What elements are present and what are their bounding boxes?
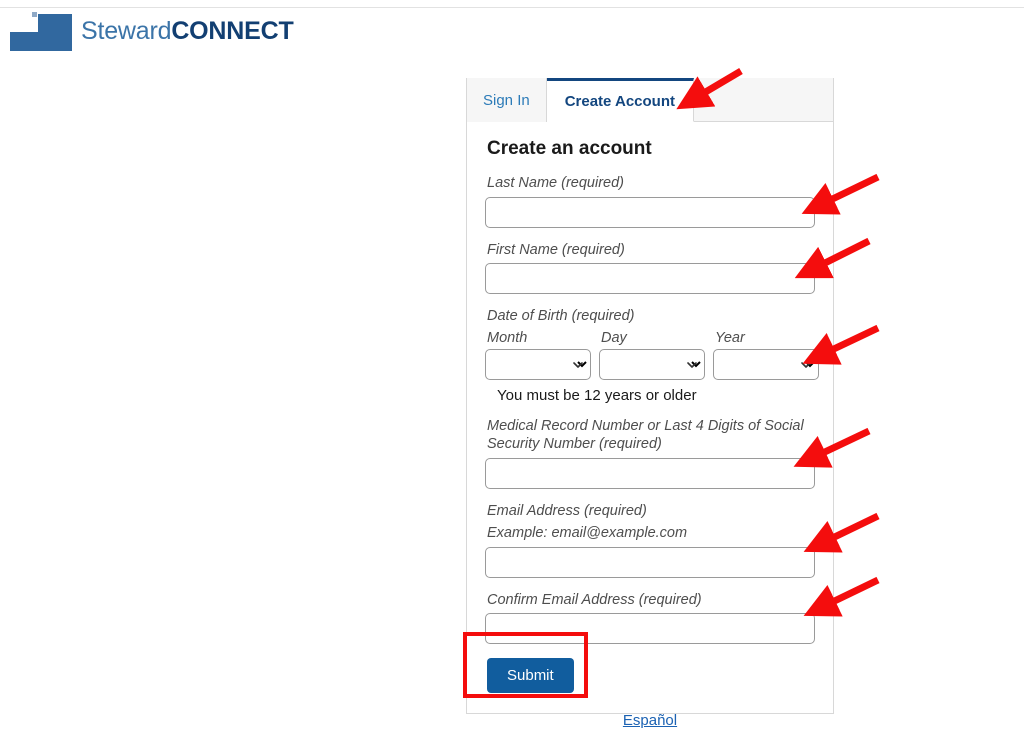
tab-create-account-label: Create Account: [564, 92, 676, 110]
email-address-input[interactable]: [485, 546, 815, 578]
create-account-form: Create an account Last Name (required) F…: [467, 122, 833, 713]
auth-card: Sign In Create Account Create an account…: [466, 78, 834, 715]
dob-day-label: Day: [601, 329, 627, 346]
auth-tabs: Sign In Create Account: [467, 78, 833, 122]
tab-sign-in[interactable]: Sign In: [467, 78, 547, 122]
date-of-birth-label: Date of Birth (required): [487, 308, 635, 325]
dob-year-select[interactable]: [713, 348, 819, 380]
field-first-name: First Name (required): [485, 241, 815, 295]
brand-wordmark: StewardCONNECT: [81, 16, 294, 45]
submit-button[interactable]: Submit: [487, 658, 574, 694]
email-address-example: Example: email@example.com: [487, 525, 688, 542]
tab-strip-filler: [694, 78, 833, 121]
dob-year-group: Year: [713, 330, 819, 380]
first-name-label: First Name (required): [487, 241, 625, 258]
tab-create-account[interactable]: Create Account: [546, 78, 695, 122]
brand-name-light: Steward: [81, 16, 172, 45]
dob-age-requirement-text: You must be 12 years or older: [497, 386, 697, 404]
dob-day-group: Day: [599, 330, 705, 380]
tab-sign-in-label: Sign In: [483, 91, 530, 109]
dob-month-select[interactable]: [485, 348, 591, 380]
brand-logo: StewardCONNECT: [10, 11, 294, 51]
steward-logo-mark-icon: [10, 11, 72, 51]
last-name-label: Last Name (required): [487, 175, 624, 191]
field-last-name: Last Name (required): [485, 174, 815, 228]
field-medical-record-number: Medical Record Number or Last 4 Digits o…: [485, 417, 815, 489]
dob-month-group: Month: [485, 330, 591, 380]
confirm-email-address-input[interactable]: [485, 613, 815, 645]
field-confirm-email-address: Confirm Email Address (required): [485, 591, 815, 645]
dob-month-label: Month: [487, 329, 528, 346]
footer: Español: [466, 712, 834, 730]
submit-row: Submit: [487, 658, 815, 694]
confirm-email-address-label: Confirm Email Address (required): [487, 591, 702, 608]
dob-day-select[interactable]: [599, 348, 705, 380]
medical-record-number-input[interactable]: [485, 457, 815, 489]
page-top-divider: [0, 7, 1024, 8]
field-email-address: Email Address (required) Example: email@…: [485, 502, 815, 578]
page-title: Create an account: [487, 138, 652, 159]
field-date-of-birth: Date of Birth (required) Month Day Year …: [485, 307, 819, 404]
espanol-language-link[interactable]: Español: [623, 712, 677, 729]
medical-record-number-label: Medical Record Number or Last 4 Digits o…: [487, 417, 804, 453]
email-address-label: Email Address (required): [487, 502, 647, 519]
brand-name-bold: CONNECT: [171, 16, 294, 45]
dob-year-label: Year: [715, 329, 745, 346]
first-name-input[interactable]: [485, 263, 815, 295]
last-name-input[interactable]: [485, 196, 815, 228]
